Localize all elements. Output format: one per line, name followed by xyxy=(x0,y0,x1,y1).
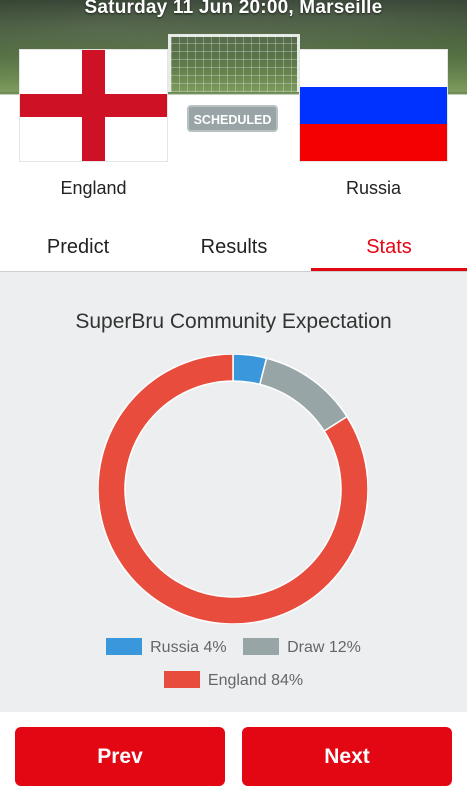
legend-item-england: England 84% xyxy=(163,671,304,690)
legend-swatch-draw xyxy=(243,638,280,655)
tab-bar: Predict Results Stats xyxy=(0,228,467,272)
chart-legend-row-2: England 84% xyxy=(0,671,467,690)
chart-title: SuperBru Community Expectation xyxy=(75,310,392,333)
stats-panel: SuperBru Community Expectation Russia 4%… xyxy=(0,272,467,712)
prev-button[interactable]: Prev xyxy=(15,727,225,786)
away-team-name: Russia xyxy=(345,178,402,198)
tab-predict[interactable]: Predict xyxy=(0,228,156,271)
tab-results[interactable]: Results xyxy=(156,228,312,271)
chart-legend: Russia 4% Draw 12% xyxy=(0,638,467,657)
russia-flag-icon xyxy=(300,50,447,161)
england-flag-icon xyxy=(20,50,167,161)
legend-label-russia: Russia 4% xyxy=(150,639,227,656)
expectation-donut-chart xyxy=(98,354,368,624)
status-badge: SCHEDULED xyxy=(187,105,278,132)
match-info: Saturday 11 Jun 20:00, Marseille xyxy=(84,0,383,18)
legend-item-draw: Draw 12% xyxy=(243,638,361,657)
donut-slice-draw xyxy=(258,357,349,433)
legend-swatch-england xyxy=(163,671,200,688)
tab-stats[interactable]: Stats xyxy=(311,228,467,271)
legend-label-england: England 84% xyxy=(207,672,304,689)
goal-net-graphic xyxy=(168,34,300,92)
legend-label-draw: Draw 12% xyxy=(287,639,361,656)
home-team-name: England xyxy=(60,178,127,198)
next-button[interactable]: Next xyxy=(242,727,452,786)
legend-swatch-russia xyxy=(106,638,143,655)
legend-item-russia: Russia 4% xyxy=(106,638,227,657)
